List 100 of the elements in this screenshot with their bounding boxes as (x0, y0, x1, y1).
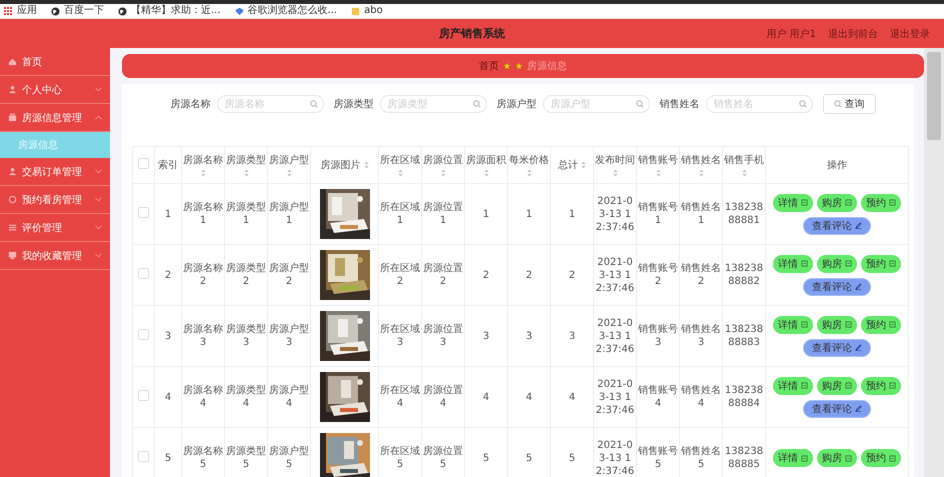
sort-icon[interactable] (364, 161, 368, 169)
sidebar-item[interactable]: 首页 (0, 48, 110, 76)
sort-icon[interactable] (200, 168, 206, 176)
table-cell: 1 (482, 208, 490, 220)
table-cell: 房源类型3 (226, 324, 266, 348)
table-cell: 销售姓名3 (681, 324, 721, 348)
table-cell: 2 (568, 270, 576, 280)
table-cell: 房源位置5 (423, 446, 463, 470)
sort-icon[interactable] (244, 168, 248, 176)
document-icon (845, 321, 852, 328)
checkbox[interactable] (138, 328, 149, 340)
table-cell: 房源位置1 (423, 202, 463, 226)
action-button[interactable]: 详情 (773, 316, 813, 334)
table-cell: 2021-03-13 12:37:46 (596, 378, 634, 416)
checkbox[interactable] (138, 158, 149, 168)
globe-icon (51, 6, 60, 16)
action-button[interactable]: 购房 (817, 449, 857, 467)
sort-icon[interactable] (286, 168, 292, 176)
action-button[interactable]: 预约 (861, 194, 901, 212)
search-icon (798, 100, 806, 108)
document-icon (889, 382, 896, 389)
document-icon (889, 260, 896, 267)
sidebar-item[interactable]: 我的收藏管理 (0, 242, 110, 270)
checkbox[interactable] (138, 206, 149, 218)
field-label: 销售姓名 (660, 98, 700, 111)
table-cell: 4 (482, 392, 490, 402)
table-cell: 房源户型3 (269, 324, 309, 348)
action-button[interactable]: 详情 (773, 194, 813, 212)
bookmark-icon (234, 6, 244, 16)
chevron-down-icon (95, 169, 102, 174)
table-cell: 4 (568, 392, 576, 402)
checkbox[interactable] (138, 390, 149, 400)
bookmark[interactable]: 【精华】求助：近... (118, 4, 221, 18)
sidebar-item[interactable]: 评价管理 (0, 214, 110, 242)
table-cell: 房源名称2 (183, 263, 223, 287)
edit-icon (855, 344, 862, 351)
column-header: 房源名称 (183, 154, 223, 166)
action-button[interactable]: 预约 (861, 316, 901, 334)
sidebar-item[interactable]: 交易订单管理 (0, 158, 110, 186)
checkbox[interactable] (138, 268, 149, 278)
sort-icon[interactable] (484, 168, 488, 176)
bookmark[interactable]: abo (351, 4, 383, 18)
checkbox[interactable] (138, 450, 149, 462)
action-button[interactable]: 购房 (817, 254, 857, 272)
action-button[interactable]: 查看评论 (803, 400, 871, 418)
column-header: 销售姓名 (681, 154, 721, 166)
search-icon (834, 100, 842, 108)
table-cell: 房源位置3 (423, 324, 463, 348)
action-button[interactable]: 购房 (817, 316, 857, 334)
document-icon (889, 454, 896, 462)
sort-icon[interactable] (612, 168, 618, 176)
action-button[interactable]: 详情 (773, 449, 813, 467)
bookmark[interactable]: 百度一下 (51, 4, 104, 18)
edit-icon (855, 405, 862, 412)
action-button[interactable]: 查看评论 (803, 278, 871, 296)
globe-icon (118, 6, 127, 16)
search-icon (472, 100, 480, 108)
sort-icon[interactable] (398, 168, 402, 176)
edit-icon (855, 222, 862, 229)
folder-icon (351, 6, 360, 16)
table-cell: 所在区域2 (380, 263, 420, 287)
sidebar-item[interactable]: 个人中心 (0, 76, 110, 104)
action-button[interactable]: 详情 (773, 254, 813, 272)
table-cell: 房源户型4 (269, 385, 309, 409)
table-cell: 2 (164, 270, 172, 280)
table-cell: 销售姓名5 (681, 446, 721, 470)
action-button[interactable]: 预约 (861, 254, 901, 272)
table-cell: 2021-03-13 12:37:46 (596, 318, 634, 354)
scrollbar[interactable] (924, 48, 944, 477)
sidebar-item[interactable]: 预约看房管理 (0, 186, 110, 214)
sort-icon[interactable] (742, 168, 746, 176)
action-button[interactable]: 查看评论 (803, 216, 871, 234)
bookmark[interactable]: 谷歌浏览器怎么收... (234, 4, 338, 18)
action-button[interactable]: 详情 (773, 376, 813, 394)
sort-icon[interactable] (698, 168, 704, 176)
action-button[interactable]: 预约 (861, 449, 901, 467)
table-cell: 3 (526, 330, 532, 342)
document-icon (801, 199, 808, 206)
user-icon (8, 167, 17, 176)
star-icon (515, 62, 523, 70)
bookmark[interactable]: 应用 (4, 4, 37, 18)
briefcase-icon (8, 113, 17, 122)
table-cell: 13823888884 (724, 385, 764, 409)
sort-icon[interactable] (526, 168, 532, 176)
action-button[interactable]: 购房 (817, 194, 857, 212)
star-icon (503, 62, 511, 70)
sort-icon[interactable] (440, 168, 446, 176)
document-icon (845, 454, 852, 462)
sort-icon[interactable] (581, 161, 586, 169)
search-button[interactable]: 查询 (822, 94, 876, 114)
sort-icon[interactable] (656, 168, 660, 176)
action-button[interactable]: 预约 (861, 376, 901, 394)
table-cell: 销售账号5 (638, 446, 678, 470)
action-button[interactable]: 查看评论 (803, 338, 871, 356)
document-icon (801, 260, 808, 267)
column-header: 每米价格 (509, 154, 549, 166)
table-cell: 3 (568, 330, 576, 342)
column-header: 房源面积 (466, 154, 506, 166)
table-cell: 4 (526, 392, 532, 402)
action-button[interactable]: 购房 (817, 376, 857, 394)
